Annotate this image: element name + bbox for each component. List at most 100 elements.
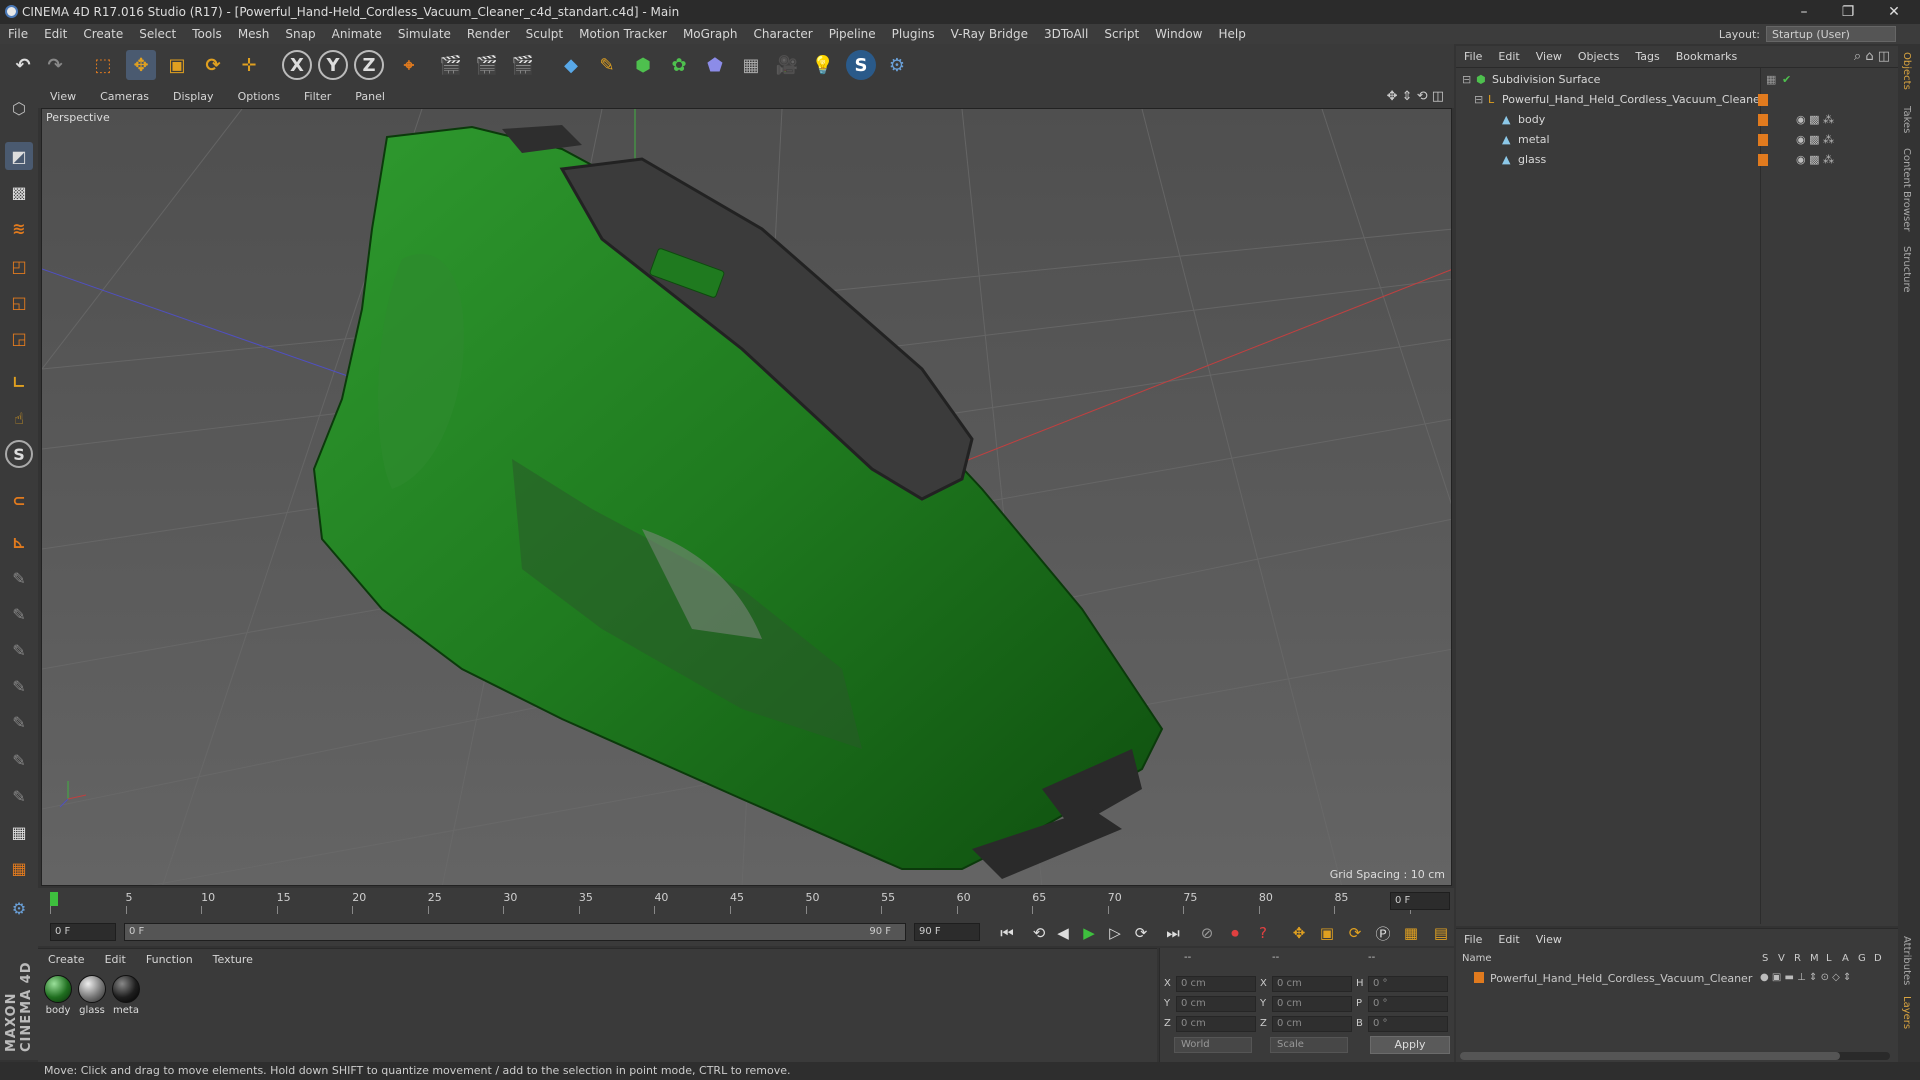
next-key-icon[interactable]: ⟳ (1130, 923, 1152, 943)
points-mode-icon[interactable]: ◰ (5, 252, 33, 280)
object-visibility-icon[interactable]: ▦ (1766, 73, 1776, 86)
layout-dropdown[interactable]: Startup (User) (1766, 26, 1896, 42)
timeline-layout-icon[interactable]: ▤ (1430, 923, 1452, 943)
layer-menu-edit[interactable]: Edit (1490, 929, 1527, 950)
tab-content-browser[interactable]: Content Browser (1901, 148, 1912, 231)
previous-frame-icon[interactable]: ◀ (1052, 923, 1074, 943)
viewport-menu-options[interactable]: Options (226, 86, 292, 107)
rotation-p-field[interactable]: 0 ° (1368, 996, 1448, 1012)
object-row-body[interactable]: ▲ body ◉ ▩ ⁂ (1456, 110, 1898, 130)
material-body[interactable]: body (42, 975, 74, 1016)
render-picture-viewer-icon[interactable]: 🎬 (472, 50, 502, 80)
camera-icon[interactable]: 🎥 (772, 50, 802, 80)
menu-edit[interactable]: Edit (36, 24, 75, 44)
end-frame-field[interactable]: 90 F (914, 923, 980, 941)
make-editable-icon[interactable]: ⬡ (5, 94, 33, 122)
material-menu-texture[interactable]: Texture (203, 949, 263, 970)
live-selection-icon[interactable]: ⬚ (88, 50, 118, 80)
collapse-toggle-icon[interactable]: ⊟ (1474, 93, 1483, 106)
key-position-icon[interactable]: ✥ (1288, 923, 1310, 943)
close-button[interactable]: ✕ (1882, 2, 1906, 22)
z-axis-lock-button[interactable]: Z (354, 50, 384, 80)
menu-plugins[interactable]: Plugins (884, 24, 943, 44)
material-menu-function[interactable]: Function (136, 949, 203, 970)
menu-pipeline[interactable]: Pipeline (821, 24, 884, 44)
menu-character[interactable]: Character (745, 24, 820, 44)
object-menu-objects[interactable]: Objects (1570, 46, 1628, 67)
material-glass[interactable]: glass (76, 975, 108, 1016)
material-tag-icon[interactable]: ◉ ▩ ⁂ (1796, 153, 1834, 166)
texture-mode-icon[interactable]: ▩ (5, 178, 33, 206)
python-script-icon[interactable]: ⚙ (5, 894, 33, 922)
quantize-icon[interactable]: ▦ (5, 854, 33, 882)
menu-snap[interactable]: Snap (277, 24, 323, 44)
current-frame-field[interactable]: 0 F (1390, 892, 1450, 910)
size-x-field[interactable]: 0 cm (1272, 976, 1352, 992)
pen-spline-icon[interactable]: ✎ (592, 50, 622, 80)
layer-menu-file[interactable]: File (1456, 929, 1490, 950)
coordinate-system-icon[interactable]: ⌖ (394, 50, 424, 80)
object-enabled-check-icon[interactable]: ✔ (1782, 73, 1791, 86)
subdivision-surface-icon[interactable]: ⬢ (628, 50, 658, 80)
frame-range-slider[interactable]: 0 F 90 F (124, 923, 906, 941)
relax-tool-icon[interactable]: ✎ (5, 636, 33, 664)
smooth-tool-icon[interactable]: ✎ (5, 672, 33, 700)
knife-tool-icon[interactable]: ✎ (5, 746, 33, 774)
tab-takes[interactable]: Takes (1901, 106, 1912, 133)
layer-menu-view[interactable]: View (1528, 929, 1570, 950)
tab-attributes[interactable]: Attributes (1901, 936, 1912, 985)
layer-scrollbar[interactable] (1460, 1052, 1890, 1060)
minimize-button[interactable]: – (1792, 2, 1816, 22)
menu-file[interactable]: File (0, 24, 36, 44)
viewport-menu-display[interactable]: Display (161, 86, 226, 107)
rotate-tool-icon[interactable]: ⟳ (198, 50, 228, 80)
apply-button[interactable]: Apply (1370, 1036, 1450, 1054)
layer-row[interactable]: Powerful_Hand_Held_Cordless_Vacuum_Clean… (1456, 971, 1898, 989)
undo-icon[interactable]: ↶ (8, 50, 38, 80)
timeline-ruler[interactable]: 051015202530354045505560657075808590 0 F (38, 888, 1454, 918)
collapse-toggle-icon[interactable]: ⊟ (1462, 73, 1471, 86)
object-menu-file[interactable]: File (1456, 46, 1490, 67)
position-x-field[interactable]: 0 cm (1176, 976, 1256, 992)
polygons-mode-icon[interactable]: ◲ (5, 324, 33, 352)
go-to-start-icon[interactable]: ⏮ (996, 923, 1018, 943)
paint-tool-icon[interactable]: ✎ (5, 600, 33, 628)
rotation-h-field[interactable]: 0 ° (1368, 976, 1448, 992)
material-metal[interactable]: meta (110, 975, 142, 1016)
3d-viewport[interactable]: Perspective Grid Spacing : 10 cm (41, 108, 1452, 886)
menu-render[interactable]: Render (459, 24, 518, 44)
tab-objects[interactable]: Objects (1901, 52, 1912, 90)
menu-tools[interactable]: Tools (184, 24, 230, 44)
viewport-menu-filter[interactable]: Filter (292, 86, 343, 107)
key-scale-icon[interactable]: ▣ (1316, 923, 1338, 943)
key-rotation-icon[interactable]: ⟳ (1344, 923, 1366, 943)
object-menu-bookmarks[interactable]: Bookmarks (1668, 46, 1745, 67)
autokey-icon[interactable]: ⏺ (1224, 923, 1246, 943)
play-icon[interactable]: ▶ (1078, 923, 1100, 943)
material-tag-icon[interactable]: ◉ ▩ ⁂ (1796, 133, 1834, 146)
move-tool-icon[interactable]: ✥ (126, 50, 156, 80)
menu-animate[interactable]: Animate (324, 24, 390, 44)
python-icon[interactable]: ⚙ (882, 50, 912, 80)
viewport-nav-icons[interactable]: ✥ ⇕ ⟲ ◫ (1387, 89, 1444, 104)
render-view-icon[interactable]: 🎬 (436, 50, 466, 80)
record-keys-icon[interactable]: ⊘ (1196, 923, 1218, 943)
weight-tool-icon[interactable]: ✎ (5, 708, 33, 736)
cloner-icon[interactable]: ✿ (664, 50, 694, 80)
menu-3dtoall[interactable]: 3DToAll (1036, 24, 1096, 44)
object-row-subdivision-surface[interactable]: ⊟ ⬢ Subdivision Surface ▦ ✔ (1456, 70, 1898, 90)
vray-icon[interactable]: S (846, 50, 876, 80)
restore-button[interactable]: ❐ (1836, 2, 1860, 22)
object-search-icon[interactable]: ⌕ ⌂ ◫ (1854, 49, 1890, 64)
material-menu-create[interactable]: Create (38, 949, 95, 970)
menu-help[interactable]: Help (1210, 24, 1253, 44)
menu-script[interactable]: Script (1096, 24, 1147, 44)
light-icon[interactable]: 💡 (808, 50, 838, 80)
viewport-menu-panel[interactable]: Panel (343, 86, 397, 107)
layer-scrollbar-thumb[interactable] (1460, 1052, 1840, 1060)
next-frame-icon[interactable]: ▷ (1104, 923, 1126, 943)
position-y-field[interactable]: 0 cm (1176, 996, 1256, 1012)
layer-color-swatch[interactable] (1474, 972, 1484, 983)
magnet-icon[interactable]: ⊂ (5, 486, 33, 514)
y-axis-lock-button[interactable]: Y (318, 50, 348, 80)
